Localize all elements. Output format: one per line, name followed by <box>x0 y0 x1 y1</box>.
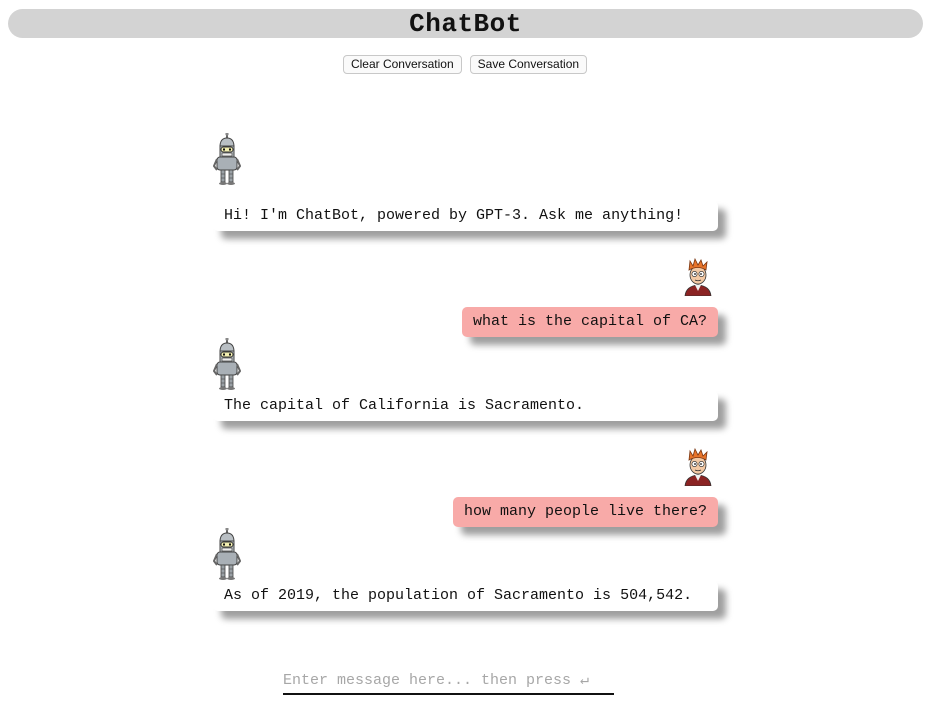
toolbar: Clear Conversation Save Conversation <box>0 55 930 74</box>
app-title: ChatBot <box>409 8 522 39</box>
message-input-wrapper <box>283 669 614 695</box>
clear-conversation-button[interactable]: Clear Conversation <box>342 55 462 74</box>
robot-icon <box>212 132 242 190</box>
robot-icon <box>212 337 242 395</box>
user-message: how many people live there? <box>452 497 718 527</box>
bot-message: As of 2019, the population of Sacramento… <box>213 581 718 611</box>
save-conversation-button[interactable]: Save Conversation <box>469 55 588 74</box>
user-message: what is the capital of CA? <box>461 307 718 337</box>
user-avatar-icon <box>682 257 714 301</box>
user-avatar-icon <box>682 447 714 491</box>
message-input[interactable] <box>283 669 614 691</box>
title-bar: ChatBot <box>8 8 923 39</box>
bot-message: Hi! I'm ChatBot, powered by GPT-3. Ask m… <box>213 201 718 231</box>
bot-message: The capital of California is Sacramento. <box>213 391 718 421</box>
robot-icon <box>212 527 242 585</box>
